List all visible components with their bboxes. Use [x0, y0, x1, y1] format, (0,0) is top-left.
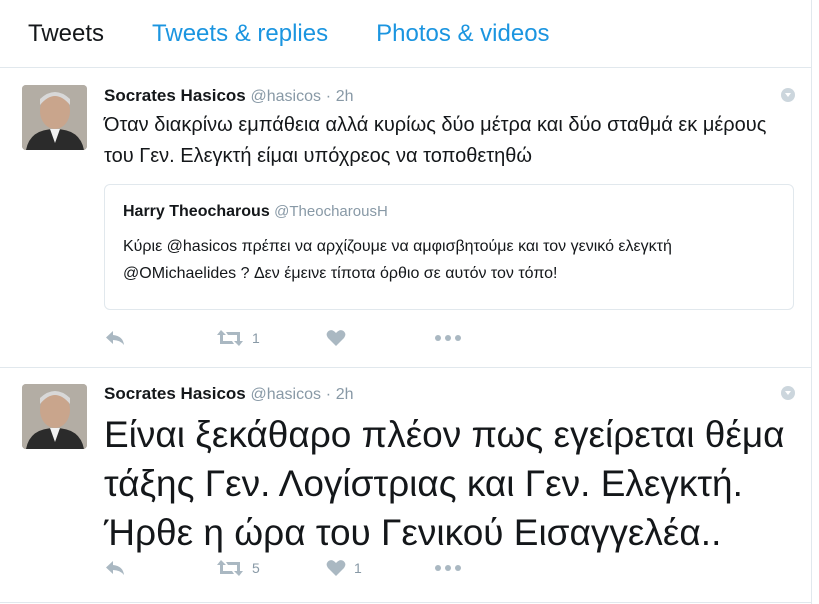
tweet-text: Όταν διακρίνω εμπάθεια αλλά κυρίως δύο μ…: [104, 114, 767, 167]
author-handle[interactable]: @hasicos: [250, 386, 321, 403]
like-icon: [326, 330, 346, 346]
more-icon: [435, 565, 461, 571]
avatar-image: [22, 85, 87, 150]
tweet-header: Socrates Hasicos @hasicos · 2h: [104, 86, 354, 106]
reply-button[interactable]: [104, 559, 126, 577]
separator-dot: ·: [325, 386, 332, 403]
quoted-tweet-text: Κύριε @hasicos πρέπει να αρχίζουμε να αμ…: [123, 238, 672, 282]
retweet-icon: [217, 330, 243, 346]
separator-dot: ·: [325, 88, 332, 105]
tweet-header: Socrates Hasicos @hasicos · 2h: [104, 384, 354, 404]
retweet-button[interactable]: 1: [216, 329, 260, 347]
author-handle[interactable]: @hasicos: [250, 88, 321, 105]
avatar[interactable]: [22, 85, 87, 150]
author-name[interactable]: Socrates Hasicos: [104, 86, 246, 105]
tweet-text: Είναι ξεκάθαρο πλέον πως εγείρεται θέμα …: [104, 414, 785, 553]
more-icon: [435, 335, 461, 341]
more-button[interactable]: [434, 329, 462, 347]
caret-down-icon[interactable]: [781, 386, 795, 400]
like-button[interactable]: [326, 329, 346, 347]
tab-tweets-replies[interactable]: Tweets & replies: [152, 20, 328, 48]
retweet-icon: [217, 560, 243, 576]
author-name[interactable]: Socrates Hasicos: [104, 384, 246, 403]
retweet-count: 5: [252, 560, 260, 576]
reply-icon: [106, 561, 124, 575]
like-button[interactable]: 1: [326, 559, 362, 577]
like-count: 1: [354, 560, 362, 576]
quoted-author-handle: @TheocharousH: [274, 203, 388, 220]
profile-timeline: Tweets Tweets & replies Photos & videos …: [0, 0, 812, 604]
more-button[interactable]: [434, 559, 462, 577]
timestamp[interactable]: 2h: [336, 386, 354, 403]
profile-tabs: Tweets Tweets & replies Photos & videos: [0, 0, 811, 68]
avatar-image: [22, 384, 87, 449]
tab-tweets[interactable]: Tweets: [28, 20, 104, 48]
reply-button[interactable]: [104, 329, 126, 347]
caret-down-icon[interactable]: [781, 88, 795, 102]
quoted-author-name: Harry Theocharous: [123, 203, 270, 220]
retweet-button[interactable]: 5: [216, 559, 260, 577]
timestamp[interactable]: 2h: [336, 88, 354, 105]
like-icon: [326, 560, 346, 576]
quoted-tweet[interactable]: Harry Theocharous @TheocharousH Κύριε @h…: [104, 184, 794, 310]
reply-icon: [106, 331, 124, 345]
tab-photos-videos[interactable]: Photos & videos: [376, 20, 549, 48]
retweet-count: 1: [252, 330, 260, 346]
avatar[interactable]: [22, 384, 87, 449]
